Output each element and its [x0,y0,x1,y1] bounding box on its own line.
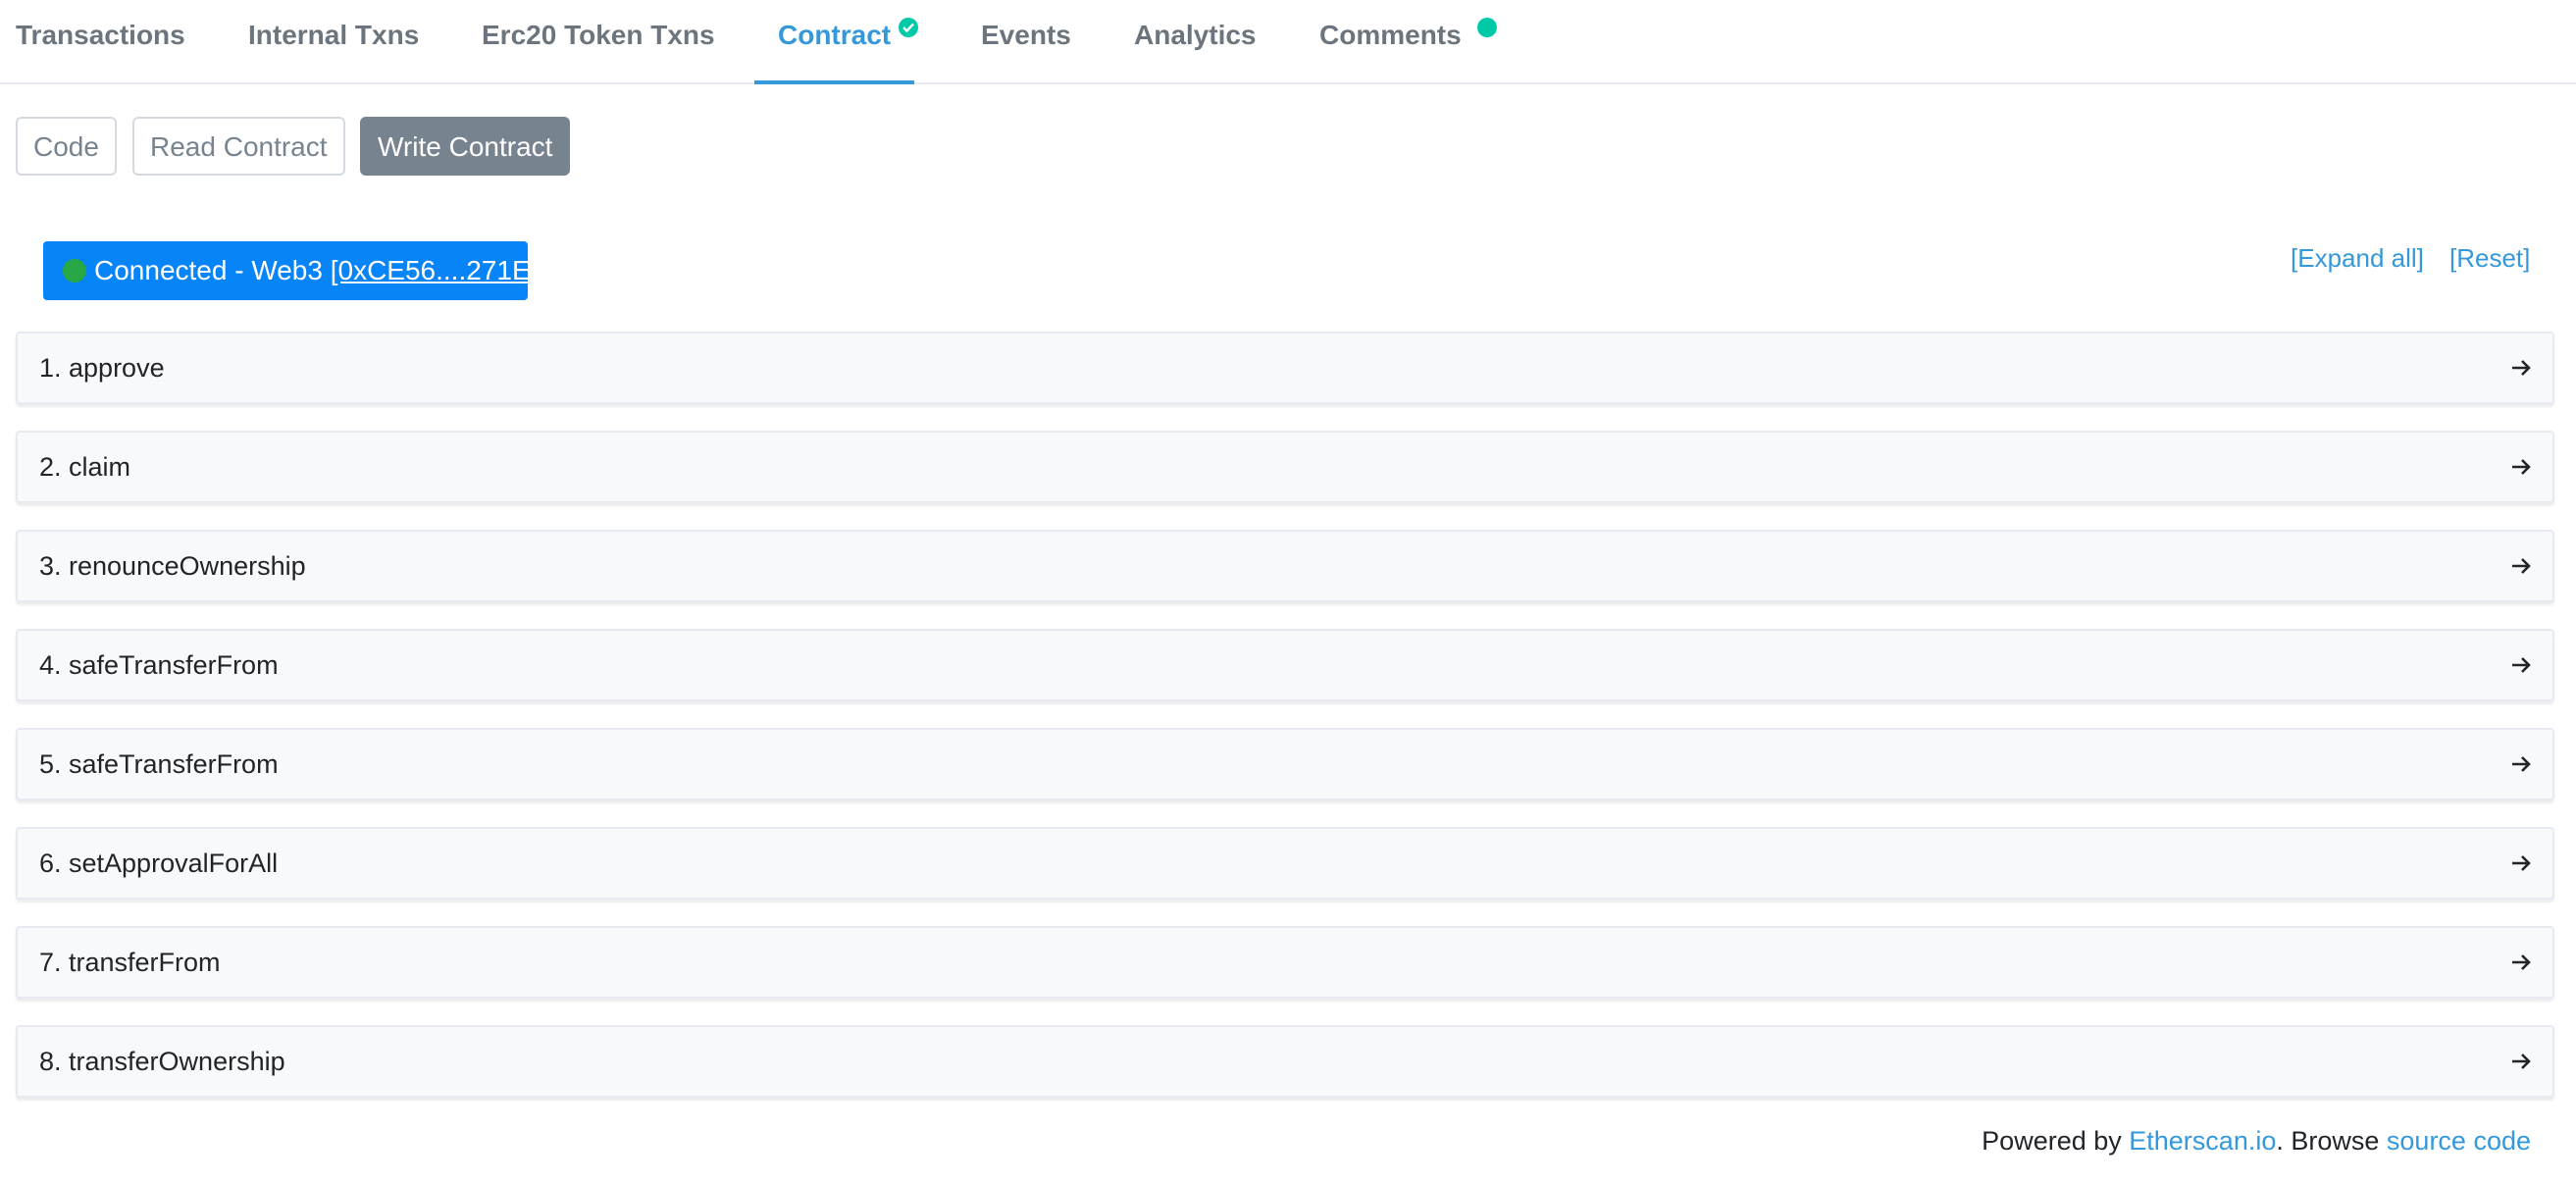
code-button[interactable]: Code [16,117,117,176]
arrow-right-icon [2512,360,2531,376]
read-contract-button[interactable]: Read Contract [132,117,345,176]
function-label: 5. safeTransferFrom [39,749,279,779]
arrow-right-icon [2512,1054,2531,1069]
function-row[interactable]: 6. setApprovalForAll [16,827,2554,900]
expand-all-link[interactable]: [Expand all] [2291,243,2424,274]
tab-contract-label: Contract [778,20,892,50]
function-label: 8. transferOwnership [39,1047,285,1076]
arrow-right-icon [2512,756,2531,772]
arrow-right-icon [2512,459,2531,475]
reset-link[interactable]: [Reset] [2449,243,2530,274]
tab-contract[interactable]: Contract [753,0,915,84]
footer: Powered by Etherscan.io. Browse source c… [1982,1126,2531,1157]
function-row[interactable]: 5. safeTransferFrom [16,728,2554,800]
function-label: 3. renounceOwnership [39,551,306,581]
footer-powered-by-text: Powered by [1982,1126,2130,1156]
function-row[interactable]: 2. claim [16,431,2554,503]
arrow-right-icon [2512,954,2531,970]
function-row[interactable]: 3. renounceOwnership [16,530,2554,602]
write-contract-page: Transactions Internal Txns Erc20 Token T… [0,0,2576,1183]
tab-internal-txns[interactable]: Internal Txns [248,0,419,82]
connected-web3-button[interactable]: Connected - Web3 [0xCE56....271E] [43,241,538,300]
function-row[interactable]: 4. safeTransferFrom [16,629,2554,701]
arrow-right-icon [2512,558,2531,574]
tab-transactions[interactable]: Transactions [16,0,185,82]
write-contract-button[interactable]: Write Contract [360,117,571,176]
function-label: 6. setApprovalForAll [39,849,279,878]
tab-events[interactable]: Events [981,0,1071,82]
function-label: 1. approve [39,353,165,383]
notification-dot-icon [1477,18,1497,37]
function-label: 2. claim [39,452,131,482]
function-label: 4. safeTransferFrom [39,650,279,680]
tab-bar: Transactions Internal Txns Erc20 Token T… [0,0,2576,84]
function-row[interactable]: 1. approve [16,332,2554,404]
etherscan-link[interactable]: Etherscan.io [2129,1126,2276,1156]
tab-erc20-token-txns[interactable]: Erc20 Token Txns [482,0,715,82]
connection-status-text: Connected - Web3 [94,255,331,285]
check-circle-icon [899,18,918,37]
connected-address-link[interactable]: [0xCE56....271E] [331,255,539,285]
connection-status-dot-icon [63,259,86,283]
tab-analytics[interactable]: Analytics [1134,0,1257,82]
tab-comments[interactable]: Comments [1319,0,1462,82]
source-code-link[interactable]: source code [2387,1126,2531,1156]
function-row[interactable]: 8. transferOwnership [16,1025,2554,1098]
arrow-right-icon [2512,855,2531,871]
function-label: 7. transferFrom [39,948,221,977]
arrow-right-icon [2512,657,2531,673]
function-row[interactable]: 7. transferFrom [16,926,2554,999]
footer-browse-text: . Browse [2276,1126,2387,1156]
